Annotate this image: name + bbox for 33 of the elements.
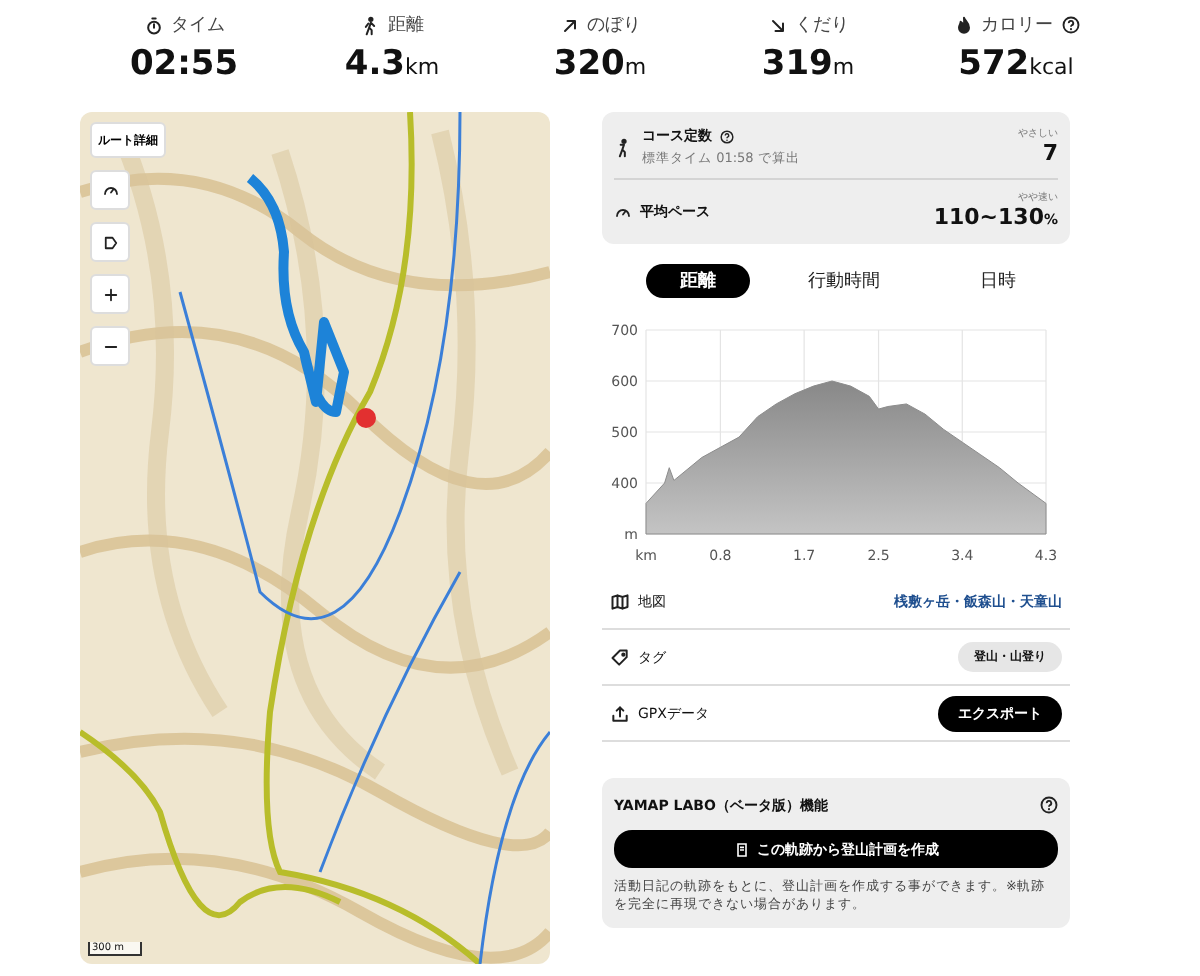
help-icon (1061, 16, 1079, 34)
upload-icon (610, 703, 630, 723)
map-control-button[interactable] (90, 222, 130, 262)
map-icon (610, 591, 630, 611)
map-control-button[interactable] (90, 170, 130, 210)
help-icon (720, 129, 734, 143)
flag-icon (101, 233, 119, 251)
course-value: 7 (1042, 140, 1058, 166)
stat-label: のぼり (587, 14, 641, 38)
tag-icon (610, 647, 630, 667)
flame-icon (953, 15, 973, 35)
stat-value: 4.3 km (344, 44, 440, 84)
arrow-up-right-icon (559, 15, 579, 35)
stat-value: 319m (761, 44, 855, 84)
walker-icon (360, 15, 380, 35)
arrow-down-right-icon (767, 15, 787, 35)
map-control-button[interactable] (90, 274, 130, 314)
stat-label: タイム (171, 14, 225, 38)
stat-label: 距離 (388, 13, 424, 38)
help-icon (1040, 796, 1058, 814)
tab[interactable]: 距離 (646, 264, 750, 298)
tab[interactable]: 日時 (938, 264, 1058, 298)
stat-label: カロリー (981, 14, 1053, 38)
gauge-icon (101, 181, 119, 199)
stopwatch-icon (143, 15, 163, 35)
stat-value: 320m (553, 44, 647, 84)
document-icon (733, 841, 749, 857)
gauge-icon (614, 203, 632, 221)
stat-value: 572kcal (958, 44, 1074, 84)
stat-value: 02:55 (129, 44, 239, 84)
plus-icon (101, 285, 119, 303)
stat-label: くだり (795, 14, 849, 38)
tab[interactable]: 行動時間 (784, 264, 904, 298)
